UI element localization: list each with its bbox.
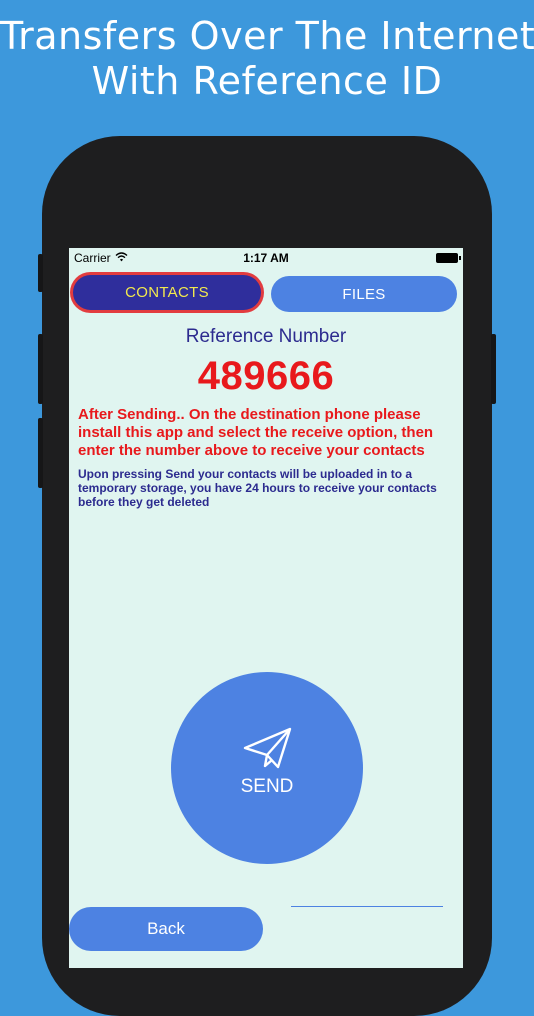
status-bar: Carrier 1:17 AM [69,248,463,268]
send-button-label: SEND [240,776,294,797]
promo-headline: Transfers Over The Internet With Referen… [0,14,534,104]
phone-volume-up-button [38,334,43,404]
reference-number-value: 489666 [197,354,335,398]
info-message: Upon pressing Send your contacts will be… [78,467,437,509]
phone-power-button [491,334,496,404]
warning-message: After Sending.. On the destination phone… [78,406,434,459]
headline-line-2: With Reference ID [91,59,443,103]
headline-line-1: Transfers Over The Internet [0,14,534,58]
paper-plane-icon [243,727,292,769]
send-button[interactable]: SEND [171,672,363,864]
phone-mute-switch [38,254,43,292]
tab-contacts[interactable]: CONTACTS [73,275,261,310]
reference-number-label: Reference Number [185,326,347,347]
phone-volume-down-button [38,418,43,488]
app-screen: Carrier 1:17 AM CONTACTS FILES Reference… [69,248,463,968]
battery-icon [436,253,458,263]
back-button[interactable]: Back [69,907,263,951]
bottom-divider [291,906,443,907]
battery-tip [459,256,461,260]
status-time: 1:17 AM [243,251,289,265]
tab-files[interactable]: FILES [271,276,457,312]
